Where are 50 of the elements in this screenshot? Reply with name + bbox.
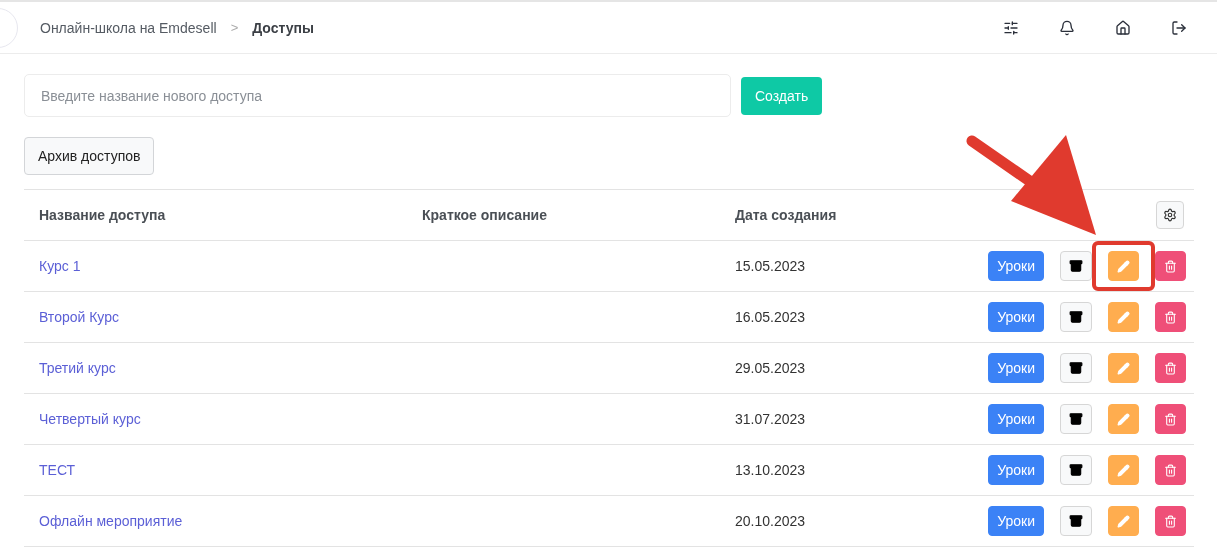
- breadcrumb-separator: >: [230, 20, 239, 35]
- trash-icon[interactable]: [1155, 506, 1186, 536]
- pencil-icon[interactable]: [1108, 302, 1139, 332]
- lessons-button[interactable]: Уроки: [988, 506, 1044, 536]
- archive-icon[interactable]: [1060, 251, 1092, 281]
- archive-icon[interactable]: [1060, 404, 1092, 434]
- date-cell-text: 29.05.2023: [735, 360, 807, 376]
- breadcrumb-link[interactable]: Онлайн-школа на Emdesell: [40, 19, 217, 36]
- input-field[interactable]: Введите название нового доступа: [24, 74, 731, 117]
- lessons-button[interactable]: Уроки: [988, 404, 1044, 434]
- column-header: Краткое описание: [422, 207, 548, 223]
- trash-icon[interactable]: [1155, 251, 1186, 281]
- settings-icon: [1163, 208, 1177, 222]
- pencil-icon[interactable]: [1108, 353, 1139, 383]
- date-cell-text: 31.07.2023: [735, 411, 807, 427]
- pencil-icon[interactable]: [1108, 455, 1139, 485]
- access-link[interactable]: Второй Курс: [39, 309, 119, 325]
- access-link[interactable]: Четвертый курс: [39, 411, 141, 427]
- sliders-icon[interactable]: [1003, 19, 1019, 36]
- trash-icon[interactable]: [1155, 353, 1186, 383]
- pencil-icon[interactable]: [1108, 251, 1139, 281]
- archive-button[interactable]: Архив доступов: [24, 137, 155, 175]
- date-cell-text: 13.10.2023: [735, 462, 807, 478]
- access-link[interactable]: Офлайн мероприятие: [39, 513, 183, 529]
- date-cell-text: 16.05.2023: [735, 309, 807, 325]
- lessons-button[interactable]: Уроки: [988, 302, 1044, 332]
- archive-icon[interactable]: [1060, 302, 1092, 332]
- access-link[interactable]: Курс 1: [39, 258, 81, 274]
- access-link[interactable]: Третий курс: [39, 360, 116, 376]
- settings-button[interactable]: [1156, 201, 1184, 229]
- column-header: Название доступа: [39, 207, 167, 223]
- archive-icon[interactable]: [1060, 455, 1092, 485]
- lessons-button[interactable]: Уроки: [988, 455, 1044, 485]
- date-cell-text: 20.10.2023: [735, 513, 807, 529]
- trash-icon[interactable]: [1155, 404, 1186, 434]
- trash-icon[interactable]: [1155, 455, 1186, 485]
- pencil-icon[interactable]: [1108, 506, 1139, 536]
- date-cell-text: 15.05.2023: [735, 258, 807, 274]
- lessons-button[interactable]: Уроки: [988, 251, 1044, 281]
- archive-icon[interactable]: [1060, 353, 1092, 383]
- access-link[interactable]: ТЕСТ: [39, 462, 76, 478]
- column-header: Дата создания: [735, 207, 838, 223]
- archive-icon[interactable]: [1060, 506, 1092, 536]
- page-title: Доступы: [252, 19, 314, 36]
- logout-icon[interactable]: [1171, 19, 1187, 36]
- trash-icon[interactable]: [1155, 302, 1186, 332]
- bell-icon[interactable]: [1059, 19, 1075, 36]
- pencil-icon[interactable]: [1108, 404, 1139, 434]
- lessons-button[interactable]: Уроки: [988, 353, 1044, 383]
- house-icon[interactable]: [1115, 19, 1131, 36]
